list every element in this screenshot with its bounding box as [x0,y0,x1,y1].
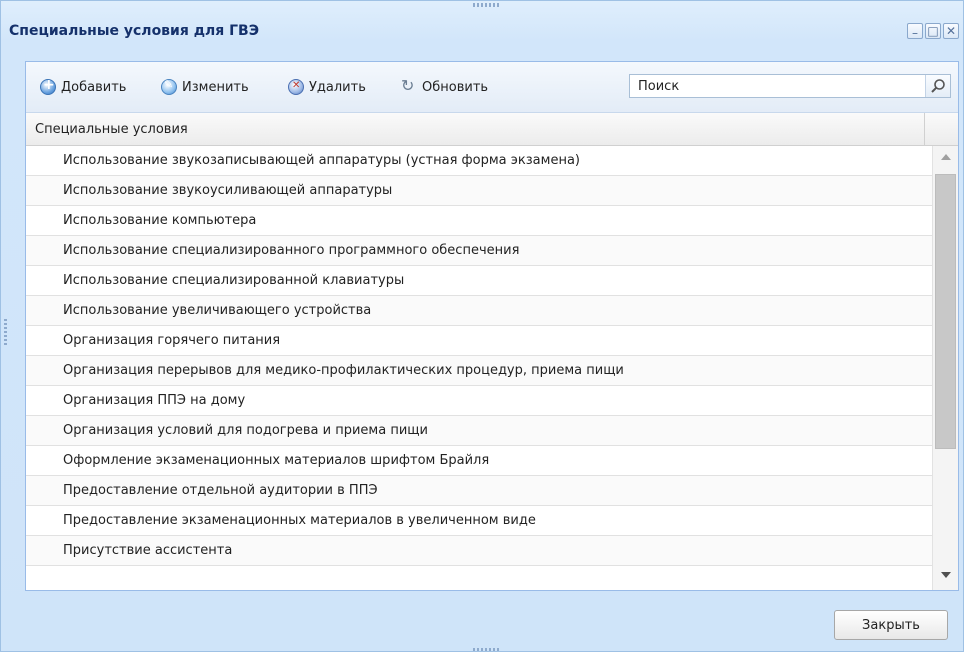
table-row[interactable]: Использование специализированной клавиат… [26,266,932,296]
table-row[interactable]: Использование компьютера [26,206,932,236]
refresh-button[interactable]: Обновить [401,76,489,95]
column-header-special-conditions[interactable]: Специальные условия [35,122,188,137]
edit-button-label: Изменить [182,79,249,95]
table-row[interactable]: Использование звукоусиливающей аппаратур… [26,176,932,206]
add-button-label: Добавить [61,79,127,95]
scroll-up-icon[interactable] [941,154,951,160]
grid-rows: Использование звукозаписывающей аппарату… [26,146,932,590]
table-row[interactable]: Организация ППЭ на дому [26,386,932,416]
resize-handle-left[interactable] [4,319,7,347]
table-row[interactable]: Присутствие ассистента [26,536,932,566]
window-title: Специальные условия для ГВЭ [9,23,260,39]
minimize-icon[interactable]: – [907,23,923,40]
table-row[interactable]: Предоставление экзаменационных материало… [26,506,932,536]
add-button[interactable]: Добавить [40,77,127,95]
search-input[interactable] [630,75,938,97]
delete-button-label: Удалить [309,79,366,95]
close-button[interactable]: Закрыть [834,610,948,640]
title-bar[interactable]: Специальные условия для ГВЭ – □ ✕ [1,1,963,47]
scrollbar-thumb[interactable] [935,174,956,449]
close-icon[interactable]: ✕ [943,23,959,39]
table-row[interactable]: Предоставление отдельной аудитории в ППЭ [26,476,932,506]
delete-button[interactable]: Удалить [288,79,366,95]
edit-button[interactable]: Изменить [161,78,249,95]
refresh-button-label: Обновить [422,79,489,95]
vertical-scrollbar[interactable] [932,146,958,590]
scroll-down-icon[interactable] [941,572,951,578]
table-row[interactable]: Организация горячего питания [26,326,932,356]
delete-icon [288,79,304,95]
window-controls: – □ ✕ [907,23,959,40]
header-divider [924,113,925,145]
toolbar: Добавить Изменить Удалить Обновить [26,62,958,113]
dialog-window: Специальные условия для ГВЭ – □ ✕ Добави… [0,0,964,652]
resize-handle-bottom[interactable] [473,648,501,651]
search-icon [931,79,945,93]
add-icon [40,77,56,95]
table-row[interactable]: Использование звукозаписывающей аппарату… [26,146,932,176]
search-button[interactable] [925,75,950,97]
refresh-icon [401,76,417,95]
table-row[interactable]: Использование увеличивающего устройства [26,296,932,326]
maximize-icon[interactable]: □ [925,23,941,39]
table-row[interactable]: Оформление экзаменационных материалов шр… [26,446,932,476]
edit-icon [161,78,177,95]
table-row[interactable]: Организация перерывов для медико-профила… [26,356,932,386]
table-row[interactable]: Организация условий для подогрева и прие… [26,416,932,446]
search-box [629,74,951,98]
table-row[interactable]: Использование специализированного програ… [26,236,932,266]
grid-header: Специальные условия [26,113,958,146]
grid-panel: Добавить Изменить Удалить Обновить [25,61,959,591]
